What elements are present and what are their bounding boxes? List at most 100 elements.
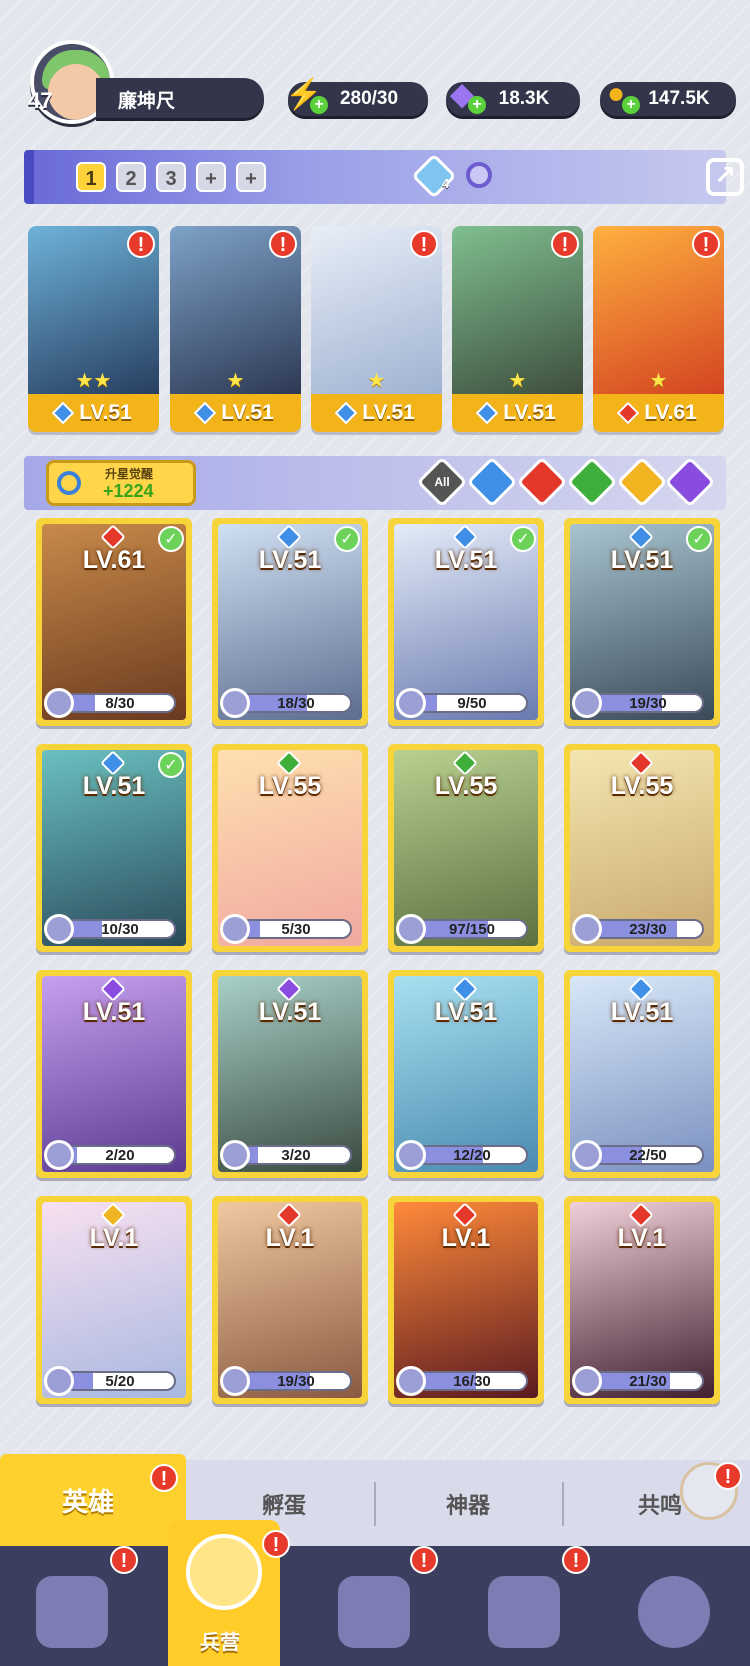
gems-value: 18.3K [498, 88, 550, 109]
filter-dark[interactable] [664, 456, 716, 508]
team-tab-1[interactable]: 1 [76, 162, 106, 192]
magnifier-icon[interactable] [466, 162, 492, 188]
filter-nature[interactable] [566, 456, 618, 508]
awaken-label: 升星觉醒 [105, 467, 154, 481]
element-icon [51, 402, 75, 425]
shield-icon[interactable] [411, 153, 457, 199]
hero-card[interactable]: LV.1 21/30 [564, 1196, 720, 1404]
hero-stars: ★ [226, 368, 245, 392]
hero-level: LV.1 [617, 1224, 667, 1252]
team-member-card[interactable]: ★ LV.51 ! [170, 226, 301, 432]
hero-card[interactable]: ✓ LV.61 8/30 [36, 518, 192, 726]
tab-divider [374, 1482, 376, 1526]
hero-stars: ★ [649, 368, 668, 392]
gems-resource[interactable]: ◆ + 18.3K [446, 78, 580, 116]
hero-card[interactable]: LV.1 16/30 [388, 1196, 544, 1404]
add-energy-button[interactable]: + [310, 96, 328, 114]
tab-divider [562, 1482, 564, 1526]
hero-stars: ★ [367, 368, 386, 392]
shard-progress-bar: 97/150 [416, 919, 528, 939]
add-gold-button[interactable]: + [622, 96, 640, 114]
filter-fire[interactable] [516, 456, 568, 508]
awaken-button[interactable]: 升星觉醒 +1224 [46, 460, 196, 506]
hero-card[interactable]: ✓ LV.51 10/30 [36, 744, 192, 952]
filter-all[interactable]: All [416, 456, 468, 508]
team-member-card[interactable]: ★★ LV.51 ! [28, 226, 159, 432]
hero-level: LV.51 [82, 998, 146, 1026]
shard-icon [220, 1140, 250, 1170]
hero-card[interactable]: LV.1 5/20 [36, 1196, 192, 1404]
hero-level: LV.51 [503, 401, 556, 424]
shop-icon[interactable] [488, 1576, 560, 1648]
hero-card[interactable]: LV.51 3/20 [212, 970, 368, 1178]
shard-progress-bar: 2/20 [64, 1145, 176, 1165]
filter-bar: 升星觉醒 +1224 All [24, 456, 726, 510]
shard-progress-bar: 19/30 [592, 693, 704, 713]
tab-artifact[interactable]: 神器 [446, 1488, 490, 1520]
shard-progress: 10/30 [101, 921, 139, 938]
team-tab-add-2[interactable]: + [236, 162, 266, 192]
hero-card[interactable]: LV.1 19/30 [212, 1196, 368, 1404]
bottom-nav: ! ! ! [0, 1546, 750, 1666]
hero-card[interactable]: ✓ LV.51 19/30 [564, 518, 720, 726]
team-tab-add-1[interactable]: + [196, 162, 226, 192]
shard-progress-bar: 10/30 [64, 919, 176, 939]
hero-card[interactable]: LV.51 12/20 [388, 970, 544, 1178]
hero-level: LV.55 [610, 772, 674, 800]
filter-water[interactable] [466, 456, 518, 508]
alert-badge: ! [150, 1464, 178, 1492]
player-name[interactable]: 廉坤尺 [96, 78, 264, 118]
hero-level: LV.51 [79, 401, 132, 424]
hero-stars: ★ [508, 368, 527, 392]
hero-card[interactable]: ✓ LV.51 9/50 [388, 518, 544, 726]
shard-icon [396, 914, 426, 944]
shard-progress: 3/20 [281, 1147, 311, 1164]
gold-value: 147.5K [648, 88, 710, 109]
hero-card[interactable]: LV.55 23/30 [564, 744, 720, 952]
team-tab-3[interactable]: 3 [156, 162, 186, 192]
alert-badge: ! [714, 1462, 742, 1490]
shard-progress-bar: 21/30 [592, 1371, 704, 1391]
nav-barracks-label: 兵营 [200, 1630, 240, 1654]
shard-icon [396, 1366, 426, 1396]
alert-badge: ! [410, 1546, 438, 1574]
energy-resource[interactable]: ⚡ + 280/30 [285, 78, 428, 116]
gold-resource[interactable]: ● + 147.5K [600, 77, 736, 116]
key-icon [57, 471, 81, 495]
shard-icon [220, 1366, 250, 1396]
shard-icon [396, 688, 426, 718]
book-icon[interactable] [338, 1576, 410, 1648]
hero-card[interactable]: LV.55 97/150 [388, 744, 544, 952]
hero-level: LV.51 [610, 546, 674, 574]
shard-icon [572, 1366, 602, 1396]
shard-progress-bar: 5/20 [64, 1371, 176, 1391]
team-member-card[interactable]: ★ LV.51 ! [452, 226, 583, 432]
shard-icon [44, 914, 74, 944]
hero-card[interactable]: LV.51 2/20 [36, 970, 192, 1178]
team-tab-2[interactable]: 2 [116, 162, 146, 192]
player-level: 47 [28, 88, 53, 113]
tab-hatch[interactable]: 孵蛋 [262, 1488, 306, 1520]
filter-light[interactable] [616, 456, 668, 508]
hero-card[interactable]: LV.55 5/30 [212, 744, 368, 952]
alert-badge: ! [562, 1546, 590, 1574]
hero-card[interactable]: ✓ LV.51 18/30 [212, 518, 368, 726]
shard-progress-bar: 22/50 [592, 1145, 704, 1165]
hero-card[interactable]: LV.51 22/50 [564, 970, 720, 1178]
guild-icon[interactable] [638, 1576, 710, 1648]
shard-progress: 97/150 [449, 921, 495, 938]
team-member-card[interactable]: ★ LV.51 ! [311, 226, 442, 432]
shard-icon [572, 1140, 602, 1170]
hero-level: LV.1 [441, 1224, 491, 1252]
cards-icon[interactable] [36, 1576, 108, 1648]
hero-level: LV.51 [362, 401, 415, 424]
add-gems-button[interactable]: + [468, 96, 486, 114]
shard-icon [220, 914, 250, 944]
tab-resonance[interactable]: 共鸣 [638, 1488, 682, 1520]
hero-level-strip: LV.51 [170, 394, 301, 432]
alert-badge: ! [110, 1546, 138, 1574]
share-icon[interactable]: ↗ [706, 158, 744, 196]
hero-level: LV.55 [258, 772, 322, 800]
shard-progress-bar: 19/30 [240, 1371, 352, 1391]
team-member-card[interactable]: ★ LV.61 ! [593, 226, 724, 432]
